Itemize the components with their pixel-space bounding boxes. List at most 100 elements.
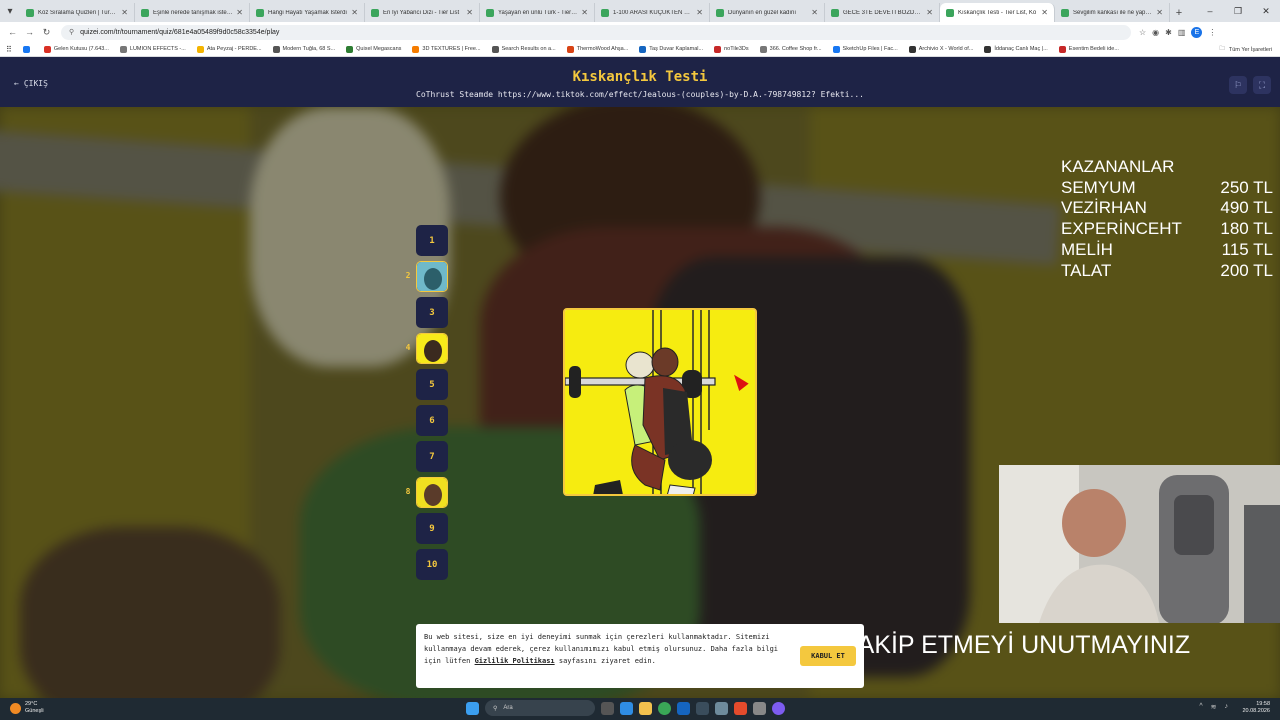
bookmark-item[interactable]: Archivio X - World of... (908, 45, 973, 53)
round-9[interactable]: 9 (416, 513, 448, 544)
chrome-icon[interactable] (658, 701, 671, 715)
browser-tab[interactable]: Yaşayan en ünlü Türk - Tier List ✕ (480, 3, 595, 22)
extensions-puzzle-icon[interactable]: ✱ (1165, 28, 1172, 37)
forward-icon[interactable]: → (21, 27, 38, 37)
tab-search-icon[interactable]: ▾ (0, 0, 20, 22)
bookmark-item[interactable]: 3D TEXTURES | Free... (412, 45, 481, 53)
bookmark-favicon-icon (119, 45, 127, 53)
task-view-icon[interactable] (601, 701, 614, 715)
settings-gear-icon[interactable] (753, 701, 766, 715)
new-tab-button[interactable]: + (1170, 3, 1188, 22)
round-4[interactable] (416, 333, 448, 364)
maximize-icon[interactable]: ❐ (1224, 0, 1252, 22)
round-thumbnail (417, 478, 447, 507)
privacy-policy-link[interactable]: Gizlilik Politikası (475, 657, 555, 665)
round-3[interactable]: 3 (416, 297, 448, 328)
sun-icon (10, 702, 21, 714)
address-bar[interactable]: ⚲ quizei.com/tr/tournament/quiz/681e4a05… (61, 24, 1131, 40)
round-number: 7 (429, 451, 435, 462)
tab-close-icon[interactable]: ✕ (466, 8, 473, 17)
reload-icon[interactable]: ↻ (38, 27, 55, 38)
bookmark-item[interactable] (22, 45, 33, 53)
bookmark-item[interactable]: Quixel Megascans (346, 45, 401, 53)
bookmark-item[interactable]: Taş Duvar Kaplamal... (639, 45, 704, 53)
copilot-icon[interactable] (620, 701, 633, 715)
bookmark-item[interactable]: Ata Peyzaj - PERDE... (196, 45, 262, 53)
folder-icon: 🗀 (1219, 46, 1225, 52)
bookmark-item[interactable]: LUMION EFFECTS -... (119, 45, 186, 53)
tray-chevron-icon[interactable]: ^ (1199, 703, 1202, 711)
file-explorer-icon[interactable] (639, 701, 652, 715)
round-2[interactable] (416, 261, 448, 292)
app-icon[interactable] (696, 701, 709, 715)
bookmark-item[interactable]: SketchUp Files | Fac... (832, 45, 898, 53)
brave-icon[interactable] (734, 701, 747, 715)
bookmark-item[interactable]: ThermoWood Ahşa... (566, 45, 628, 53)
tab-close-icon[interactable]: ✕ (121, 8, 128, 17)
browser-tab[interactable]: GECE 3TE DEVETİ BOZDURUR ✕ (825, 3, 940, 22)
bookmark-label: Taş Duvar Kaplamal... (649, 46, 704, 52)
fullscreen-icon[interactable]: ⛶ (1253, 76, 1271, 94)
tab-close-icon[interactable]: ✕ (1156, 8, 1163, 17)
sidebar-icon[interactable]: ▥ (1178, 28, 1186, 37)
extension-icon[interactable]: ◉ (1152, 28, 1159, 37)
browser-tab[interactable]: Köz Sıralama Quizleri | Turnuva ✕ (20, 3, 135, 22)
back-icon[interactable]: ← (4, 27, 21, 37)
report-flag-icon[interactable]: ⚐ (1229, 76, 1247, 94)
bookmark-star-icon[interactable]: ☆ (1139, 28, 1146, 37)
tab-close-icon[interactable]: ✕ (696, 8, 703, 17)
close-window-icon[interactable]: ✕ (1252, 0, 1280, 22)
weather-widget[interactable]: 29°C Güneşli (10, 701, 44, 715)
apps-grid-icon[interactable]: ⠿ (6, 45, 12, 54)
tab-close-icon[interactable]: ✕ (926, 8, 933, 17)
wifi-icon[interactable]: ≋ (1211, 703, 1217, 711)
volume-icon[interactable]: ♪ (1225, 703, 1229, 711)
tab-close-icon[interactable]: ✕ (351, 8, 358, 17)
bookmark-item[interactable]: Esentim Bedeli ide... (1058, 45, 1119, 53)
accept-cookies-button[interactable]: KABUL ET (800, 646, 856, 666)
winner-amount: 200 TL (1220, 260, 1273, 280)
minimize-icon[interactable]: – (1196, 0, 1224, 22)
round-number: 10 (426, 559, 438, 570)
tab-close-icon[interactable]: ✕ (236, 8, 243, 17)
winner-amount: 250 TL (1220, 177, 1273, 197)
bookmark-item[interactable]: Search Results on a... (491, 45, 556, 53)
round-5[interactable]: 5 (416, 369, 448, 400)
tab-title: Hangi Hayatı Yaşamak İsterdi (268, 9, 347, 16)
bookmark-item[interactable]: İddanaç Canlı Maç |... (984, 45, 1048, 53)
round-index-label: 4 (405, 343, 411, 352)
bookmark-label: Esentim Bedeli ide... (1068, 46, 1119, 52)
bookmark-item[interactable]: 366. Coffee Shop fr... (759, 45, 822, 53)
tab-close-icon[interactable]: ✕ (1041, 8, 1048, 17)
menu-kebab-icon[interactable]: ⋮ (1208, 28, 1216, 37)
browser-tab[interactable]: En İyi Yabancı Dizi - Tier List ✕ (365, 3, 480, 22)
quiz-subtitle: CoThrust Steamde https://www.tiktok.com/… (416, 90, 864, 99)
bookmark-item[interactable]: noTile3Ds (714, 45, 749, 53)
site-info-icon[interactable]: ⚲ (69, 28, 74, 36)
bookmark-item[interactable]: Modern Tuğla, 68 S... (272, 45, 335, 53)
taskbar-clock[interactable]: 19:58 20.08.2026 (1242, 701, 1270, 715)
tab-close-icon[interactable]: ✕ (581, 8, 588, 17)
round-8[interactable] (416, 477, 448, 508)
browser-tab[interactable]: Dünyanın en güzel kadını ✕ (710, 3, 825, 22)
browser-tab[interactable]: Kıskançlık Testi - Tier List, Kö ✕ (940, 3, 1055, 22)
bookmark-item[interactable]: Gelen Kutusu (7.643... (43, 45, 109, 53)
tab-close-icon[interactable]: ✕ (811, 8, 818, 17)
browser-tab[interactable]: Eşinle nerede tanışmak isterdi ✕ (135, 3, 250, 22)
current-matchup-image[interactable] (563, 308, 757, 496)
profile-avatar[interactable]: E (1191, 26, 1203, 38)
browser-tab[interactable]: Sevgilim kankası ile ne yapsın ✕ (1055, 3, 1170, 22)
browser-tab[interactable]: Hangi Hayatı Yaşamak İsterdi ✕ (250, 3, 365, 22)
start-windows-icon[interactable] (466, 701, 479, 715)
round-6[interactable]: 6 (416, 405, 448, 436)
app-icon-2[interactable] (715, 701, 728, 715)
all-bookmarks[interactable]: 🗀 Tüm Yer İşaretleri (1219, 42, 1272, 57)
round-7[interactable]: 7 (416, 441, 448, 472)
photoshop-icon[interactable] (677, 701, 690, 715)
round-1[interactable]: 1 (416, 225, 448, 256)
round-10[interactable]: 10 (416, 549, 448, 580)
taskbar-search[interactable]: ⚲ Ara (485, 700, 595, 716)
browser-tab[interactable]: 1-100 ARASI KÜÇÜKTEN BÜYÜ ✕ (595, 3, 710, 22)
winner-name: SEMYUM (1061, 177, 1136, 197)
discord-icon[interactable] (772, 701, 785, 715)
